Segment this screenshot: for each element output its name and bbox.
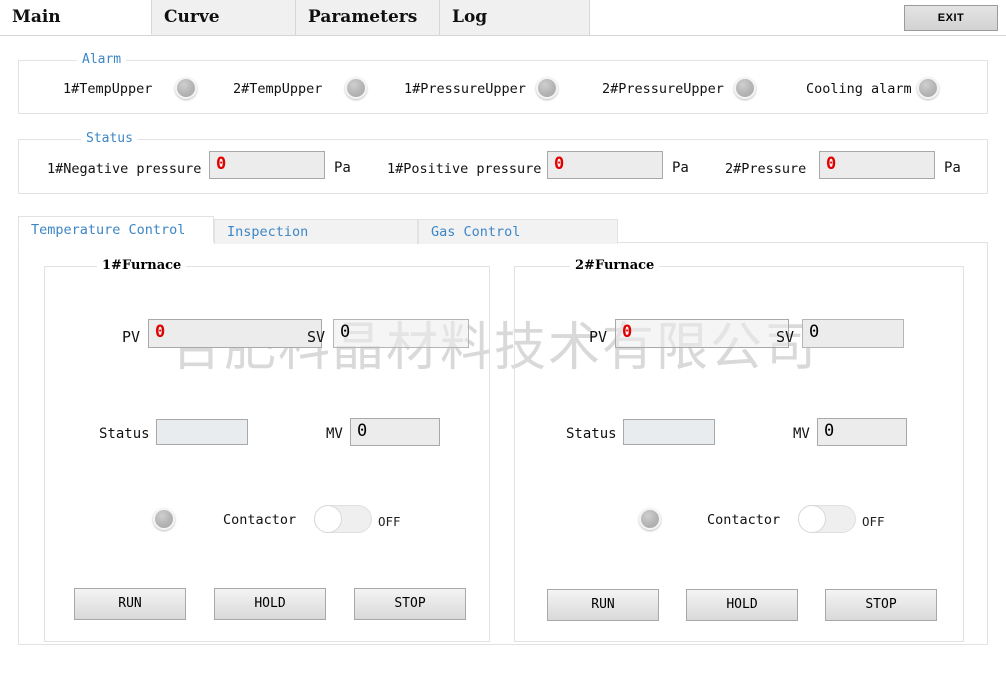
furnace-2-run-button-label: RUN	[591, 597, 614, 612]
tab-bar-divider	[0, 35, 1006, 36]
status-unit-1-positive-pressure: Pa	[672, 160, 689, 176]
status-label-1-negative-pressure: 1#Negative pressure	[47, 161, 201, 177]
furnace-1-contactor-toggle-knob	[314, 505, 342, 533]
furnace-2-pv-value: 0	[615, 319, 789, 348]
furnace-1-sv-label: SV	[307, 329, 325, 345]
alarm-lamp-2-temp-upper[interactable]	[345, 77, 367, 99]
tab-temperature-control-label: Temperature Control	[31, 222, 185, 238]
exit-button-label: EXIT	[938, 12, 964, 24]
furnace-2-status-value	[623, 419, 715, 445]
furnace-2-run-button[interactable]: RUN	[547, 589, 659, 621]
furnace-2-stop-button-label: STOP	[865, 597, 896, 612]
furnace-2-pv-label: PV	[589, 329, 607, 345]
alarm-lamp-cooling-alarm[interactable]	[917, 77, 939, 99]
furnace-1-contactor-state: OFF	[378, 514, 401, 529]
tab-curve[interactable]: Curve	[152, 0, 296, 35]
furnace-2-legend: 2#Furnace	[570, 258, 659, 273]
furnace-1-pv-label: PV	[122, 329, 140, 345]
alarm-lamp-2-pressure-upper[interactable]	[734, 77, 756, 99]
furnace-1-hold-button-label: HOLD	[254, 596, 285, 611]
furnace-2-status-label: Status	[566, 426, 617, 442]
tab-inspection-label: Inspection	[227, 224, 308, 240]
tab-log-label: Log	[452, 7, 487, 27]
furnace-2-contactor-state: OFF	[862, 514, 885, 529]
furnace-2-contactor-label: Contactor	[707, 512, 780, 528]
status-label-2-pressure: 2#Pressure	[725, 161, 806, 177]
tab-parameters-label: Parameters	[308, 7, 417, 27]
status-value-2-pressure: 0	[819, 151, 935, 179]
furnace-1-stop-button-label: STOP	[394, 596, 425, 611]
exit-button[interactable]: EXIT	[904, 5, 998, 31]
furnace-1-status-label: Status	[99, 426, 150, 442]
furnace-2-contactor-toggle[interactable]	[798, 505, 856, 533]
furnace-2-mv-label: MV	[793, 426, 810, 442]
furnace-1-mv-value: 0	[350, 418, 440, 446]
alarm-label-1-pressure-upper: 1#PressureUpper	[404, 81, 526, 97]
furnace-1-hold-button[interactable]: HOLD	[214, 588, 326, 620]
furnace-1-stop-button[interactable]: STOP	[354, 588, 466, 620]
furnace-2-hold-button-label: HOLD	[726, 597, 757, 612]
alarm-lamp-1-pressure-upper[interactable]	[536, 77, 558, 99]
alarm-group-legend: Alarm	[77, 52, 126, 67]
status-label-1-positive-pressure: 1#Positive pressure	[387, 161, 541, 177]
main-tab-bar: Main Curve Parameters Log	[0, 0, 1006, 36]
furnace-1-contactor-label: Contactor	[223, 512, 296, 528]
tab-temperature-control[interactable]: Temperature Control	[18, 216, 214, 243]
status-group: Status 1#Negative pressure 0 Pa 1#Positi…	[18, 139, 988, 194]
furnace-1-contactor-toggle[interactable]	[314, 505, 372, 533]
furnace-2-contactor-toggle-knob	[798, 505, 826, 533]
alarm-lamp-1-temp-upper[interactable]	[175, 77, 197, 99]
furnace-2-stop-button[interactable]: STOP	[825, 589, 937, 621]
furnace-2-sv-label: SV	[776, 329, 794, 345]
furnace-1-run-button[interactable]: RUN	[74, 588, 186, 620]
tab-curve-label: Curve	[164, 7, 220, 27]
furnace-1-mv-label: MV	[326, 426, 343, 442]
furnace-1-legend: 1#Furnace	[97, 258, 186, 273]
status-value-1-negative-pressure: 0	[209, 151, 325, 179]
tab-gas-control[interactable]: Gas Control	[418, 219, 618, 244]
alarm-label-cooling-alarm: Cooling alarm	[806, 81, 912, 97]
status-unit-2-pressure: Pa	[944, 160, 961, 176]
furnace-1-sv-input[interactable]: 0	[333, 319, 469, 348]
status-unit-1-negative-pressure: Pa	[334, 160, 351, 176]
tab-inspection[interactable]: Inspection	[214, 219, 418, 244]
furnace-1-group: 1#Furnace PV 0 SV 0 Status MV 0 Contacto…	[44, 266, 490, 642]
tab-log[interactable]: Log	[440, 0, 590, 35]
tab-parameters[interactable]: Parameters	[296, 0, 440, 35]
alarm-label-1-temp-upper: 1#TempUpper	[63, 81, 152, 97]
alarm-label-2-pressure-upper: 2#PressureUpper	[602, 81, 724, 97]
status-value-1-positive-pressure: 0	[547, 151, 663, 179]
furnace-2-group: 2#Furnace PV 0 SV 0 Status MV 0 Contacto…	[514, 266, 964, 642]
furnace-2-sv-input[interactable]: 0	[802, 319, 904, 348]
tab-main-label: Main	[12, 7, 61, 27]
furnace-2-contactor-lamp[interactable]	[639, 508, 661, 530]
alarm-label-2-temp-upper: 2#TempUpper	[233, 81, 322, 97]
tab-main[interactable]: Main	[0, 0, 152, 35]
furnace-1-status-value	[156, 419, 248, 445]
furnace-2-mv-value: 0	[817, 418, 907, 446]
alarm-group: Alarm 1#TempUpper 2#TempUpper 1#Pressure…	[18, 60, 988, 114]
furnace-2-hold-button[interactable]: HOLD	[686, 589, 798, 621]
tab-gas-control-label: Gas Control	[431, 224, 520, 240]
furnace-1-run-button-label: RUN	[118, 596, 141, 611]
furnace-1-pv-value: 0	[148, 319, 322, 348]
status-group-legend: Status	[81, 131, 138, 146]
furnace-1-contactor-lamp[interactable]	[153, 508, 175, 530]
